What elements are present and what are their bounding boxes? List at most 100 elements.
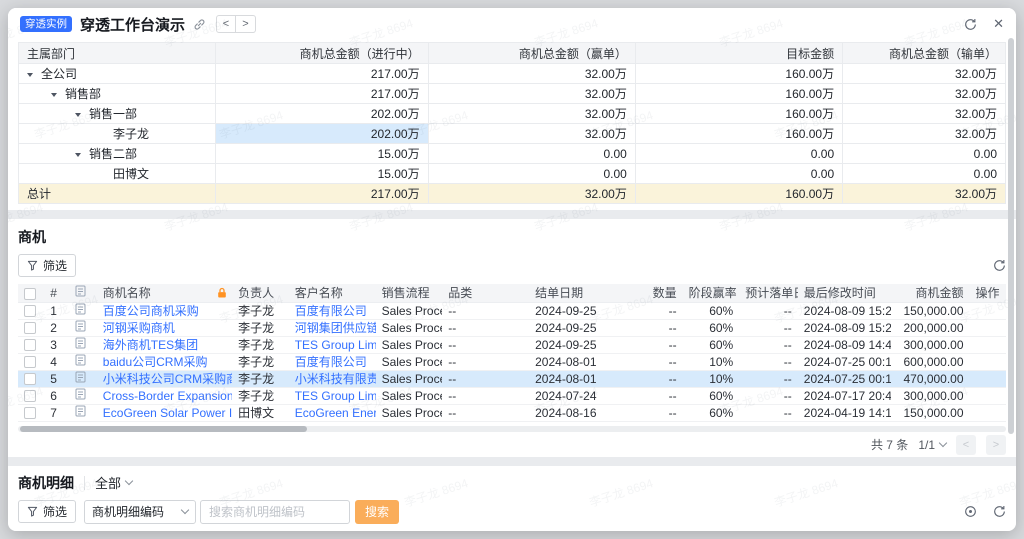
doc-icon-cell[interactable] (69, 370, 97, 387)
summary-row[interactable]: 销售部 217.00万 32.00万 160.00万 32.00万 (19, 84, 1006, 104)
opportunity-name-link[interactable]: baidu公司CRM采购 (103, 355, 208, 369)
lost-cell[interactable]: 0.00 (843, 164, 1006, 184)
lost-cell[interactable]: 32.00万 (843, 84, 1006, 104)
customer-link[interactable]: 河钢集团供应链管理有... (295, 321, 376, 335)
prev-record-button[interactable]: < (216, 15, 236, 33)
department-cell[interactable]: 全公司 (19, 64, 216, 84)
summary-row[interactable]: 销售二部 15.00万 0.00 0.00 0.00 (19, 144, 1006, 164)
lost-cell[interactable]: 32.00万 (843, 124, 1006, 144)
customer-link[interactable]: TES Group Limited (295, 389, 376, 403)
department-cell[interactable]: 田博文 (19, 164, 216, 184)
lost-cell[interactable]: 0.00 (843, 144, 1006, 164)
opportunity-row[interactable]: 2 河钢采购商机 李子龙 河钢集团供应链管理有... Sales Process… (18, 319, 1006, 336)
next-record-button[interactable]: > (236, 15, 256, 33)
doc-icon-cell[interactable] (69, 302, 97, 319)
refresh-icon[interactable] (993, 505, 1006, 518)
summary-row[interactable]: 李子龙 202.00万 32.00万 160.00万 32.00万 (19, 124, 1006, 144)
department-cell[interactable]: 销售二部 (19, 144, 216, 164)
target-cell[interactable]: 160.00万 (635, 84, 842, 104)
row-checkbox[interactable] (24, 407, 36, 419)
in-progress-cell[interactable]: 202.00万 (216, 104, 428, 124)
opportunity-name-link[interactable]: 小米科技公司CRM采购商机 (103, 372, 232, 386)
summary-row[interactable]: 田博文 15.00万 0.00 0.00 0.00 (19, 164, 1006, 184)
target-cell[interactable]: 0.00 (635, 144, 842, 164)
filter-button[interactable]: 筛选 (18, 254, 76, 277)
customer-link[interactable]: 百度有限公司 (295, 304, 367, 318)
opportunity-name-link[interactable]: 海外商机TES集团 (103, 338, 198, 352)
search-field-select[interactable]: 商机明细编码 (84, 500, 196, 524)
search-button[interactable]: 搜索 (355, 500, 399, 524)
opportunity-row[interactable]: 4 baidu公司CRM采购 李子龙 百度有限公司 Sales Process … (18, 353, 1006, 370)
doc-icon-cell[interactable] (69, 319, 97, 336)
row-checkbox[interactable] (24, 339, 36, 351)
opportunity-name-link[interactable]: Cross-Border Expansion Deal (103, 389, 232, 403)
search-input[interactable] (200, 500, 350, 524)
row-checkbox[interactable] (24, 322, 36, 334)
customer-link[interactable]: 百度有限公司 (295, 355, 367, 369)
won-cell[interactable]: 32.00万 (428, 124, 635, 144)
expand-caret[interactable] (75, 147, 89, 161)
customer-link[interactable]: 小米科技有限责任公司 (295, 372, 376, 386)
scope-selector[interactable]: 全部 (95, 473, 132, 492)
summary-row[interactable]: 销售一部 202.00万 32.00万 160.00万 32.00万 (19, 104, 1006, 124)
expand-caret[interactable] (75, 107, 89, 121)
row-checkbox[interactable] (24, 373, 36, 385)
opportunity-name-link[interactable]: 河钢采购商机 (103, 321, 175, 335)
select-all-checkbox[interactable] (24, 288, 36, 300)
row-checkbox[interactable] (24, 305, 36, 317)
lost-cell[interactable]: 32.00万 (843, 64, 1006, 84)
opportunity-row[interactable]: 3 海外商机TES集团 李子龙 TES Group Limited Sales … (18, 336, 1006, 353)
opportunity-name-link[interactable]: 百度公司商机采购 (103, 304, 199, 318)
in-progress-cell[interactable]: 15.00万 (216, 144, 428, 164)
opportunity-row[interactable]: 1 百度公司商机采购 李子龙 百度有限公司 Sales Process -- 2… (18, 302, 1006, 319)
expand-caret[interactable] (51, 87, 65, 101)
in-progress-cell[interactable]: 202.00万 (216, 124, 428, 144)
opportunity-name-link[interactable]: EcoGreen Solar Power Integration (103, 406, 232, 420)
target-cell[interactable]: 160.00万 (635, 64, 842, 84)
opportunity-row[interactable]: 6 Cross-Border Expansion Deal 李子龙 TES Gr… (18, 387, 1006, 404)
next-page-button[interactable]: > (986, 435, 1006, 455)
doc-icon-cell[interactable] (69, 353, 97, 370)
won-cell[interactable]: 0.00 (428, 164, 635, 184)
link-icon[interactable] (193, 18, 206, 31)
vertical-scrollbar-thumb[interactable] (1008, 38, 1014, 434)
target-cell[interactable]: 160.00万 (635, 124, 842, 144)
department-cell[interactable]: 李子龙 (19, 124, 216, 144)
won-cell[interactable]: 32.00万 (428, 64, 635, 84)
expected-date-cell: -- (739, 353, 798, 370)
col-unit: 单位 (921, 531, 972, 532)
opportunity-row[interactable]: 7 EcoGreen Solar Power Integration 田博文 E… (18, 404, 1006, 421)
refresh-icon[interactable] (993, 259, 1006, 272)
target-cell[interactable]: 0.00 (635, 164, 842, 184)
in-progress-cell[interactable]: 15.00万 (216, 164, 428, 184)
expand-caret[interactable] (27, 67, 41, 81)
prev-page-button[interactable]: < (956, 435, 976, 455)
won-cell[interactable]: 32.00万 (428, 84, 635, 104)
modified-time-cell: 2024-07-25 00:15 (798, 370, 891, 387)
won-cell[interactable]: 0.00 (428, 144, 635, 164)
horizontal-scrollbar-thumb[interactable] (20, 426, 307, 432)
row-checkbox[interactable] (24, 356, 36, 368)
opportunity-row[interactable]: 5 小米科技公司CRM采购商机 李子龙 小米科技有限责任公司 Sales Pro… (18, 370, 1006, 387)
doc-icon-cell[interactable] (69, 387, 97, 404)
row-checkbox[interactable] (24, 390, 36, 402)
customer-link[interactable]: EcoGreen Energy Sol... (295, 406, 376, 420)
customer-link[interactable]: TES Group Limited (295, 338, 376, 352)
close-icon[interactable]: ✕ (993, 16, 1004, 32)
target-cell[interactable]: 160.00万 (635, 104, 842, 124)
filter-button[interactable]: 筛选 (18, 500, 76, 523)
settings-icon[interactable] (964, 505, 977, 518)
col-detail-code[interactable]: 商机明细编码 (69, 531, 188, 532)
department-cell[interactable]: 销售一部 (19, 104, 216, 124)
in-progress-cell[interactable]: 217.00万 (216, 84, 428, 104)
in-progress-cell[interactable]: 217.00万 (216, 64, 428, 84)
refresh-icon[interactable] (964, 18, 977, 31)
document-icon (75, 285, 86, 297)
summary-row[interactable]: 全公司 217.00万 32.00万 160.00万 32.00万 (19, 64, 1006, 84)
page-indicator[interactable]: 1/1 (918, 438, 946, 452)
doc-icon-cell[interactable] (69, 404, 97, 421)
department-cell[interactable]: 销售部 (19, 84, 216, 104)
doc-icon-cell[interactable] (69, 336, 97, 353)
lost-cell[interactable]: 32.00万 (843, 104, 1006, 124)
won-cell[interactable]: 32.00万 (428, 104, 635, 124)
